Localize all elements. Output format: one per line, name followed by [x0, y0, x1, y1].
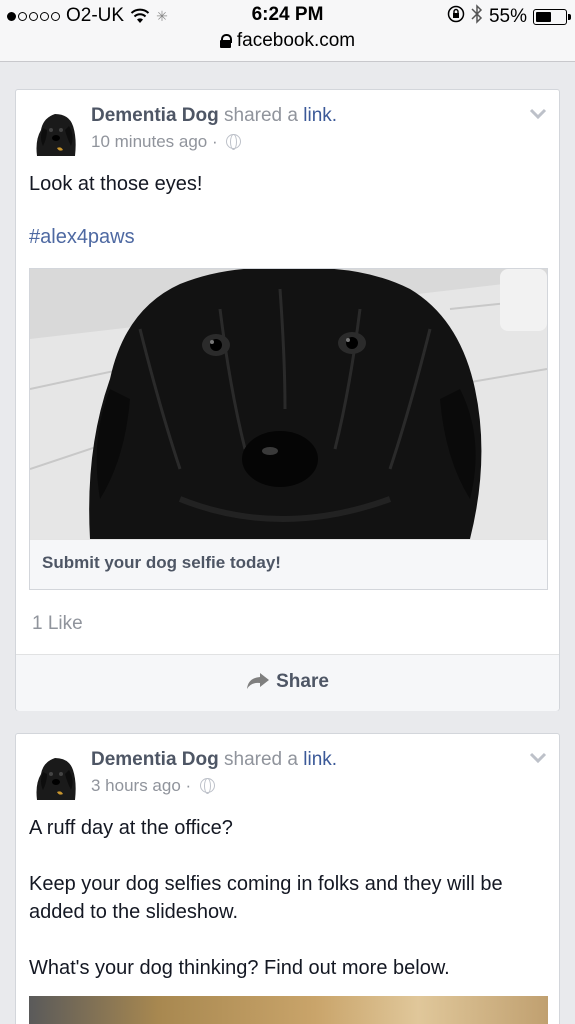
post-header: Dementia Dog shared a link. 3 hours ago …: [91, 749, 338, 795]
share-button[interactable]: Share: [16, 671, 559, 693]
chevron-down-icon[interactable]: [529, 108, 547, 120]
feed-post: Dementia Dog shared a link. 10 minutes a…: [15, 89, 560, 711]
chevron-down-icon[interactable]: [529, 752, 547, 764]
like-count[interactable]: 1 Like: [32, 613, 83, 635]
link-attachment[interactable]: Submit your dog selfie today!: [29, 268, 548, 590]
share-arrow-icon: [247, 673, 270, 689]
post-text-line: Keep your dog selfies coming in folks an…: [29, 873, 503, 923]
url-domain: facebook.com: [236, 30, 356, 51]
url-bar[interactable]: facebook.com: [0, 30, 575, 52]
rotation-lock-icon: [447, 5, 465, 29]
author-name[interactable]: Dementia Dog: [91, 749, 219, 770]
battery-percent: 55%: [488, 6, 527, 27]
post-header: Dementia Dog shared a link. 10 minutes a…: [91, 105, 338, 151]
post-action-text: shared a: [224, 105, 298, 126]
post-action-text: shared a: [224, 749, 298, 770]
bluetooth-icon: [471, 4, 483, 30]
hashtag-link[interactable]: #alex4paws: [29, 226, 135, 249]
avatar[interactable]: [29, 748, 81, 800]
lock-icon: [219, 34, 232, 48]
post-timestamp[interactable]: 3 hours ago: [91, 776, 181, 795]
globe-icon: [226, 134, 242, 150]
shared-link[interactable]: link.: [303, 105, 337, 126]
feed-post: Dementia Dog shared a link. 3 hours ago …: [15, 733, 560, 1024]
link-attachment-preview[interactable]: [29, 996, 548, 1024]
avatar[interactable]: [29, 104, 81, 156]
author-name[interactable]: Dementia Dog: [91, 105, 219, 126]
attachment-caption[interactable]: Submit your dog selfie today!: [30, 539, 547, 589]
shared-link[interactable]: link.: [303, 749, 337, 770]
post-timestamp[interactable]: 10 minutes ago: [91, 132, 207, 151]
post-action-bar: Share: [16, 654, 559, 711]
status-bar: O2-UK ✳ 6:24 PM 55%: [0, 0, 575, 32]
post-text: Look at those eyes!: [29, 173, 203, 195]
post-text-line: What's your dog thinking? Find out more …: [29, 957, 450, 979]
battery-icon: [533, 9, 571, 25]
post-text-line: A ruff day at the office?: [29, 817, 233, 839]
dog-photo[interactable]: [30, 269, 547, 539]
share-label: Share: [276, 671, 329, 692]
browser-top-bar: O2-UK ✳ 6:24 PM 55% facebook.com: [0, 0, 575, 62]
globe-icon: [199, 778, 215, 794]
